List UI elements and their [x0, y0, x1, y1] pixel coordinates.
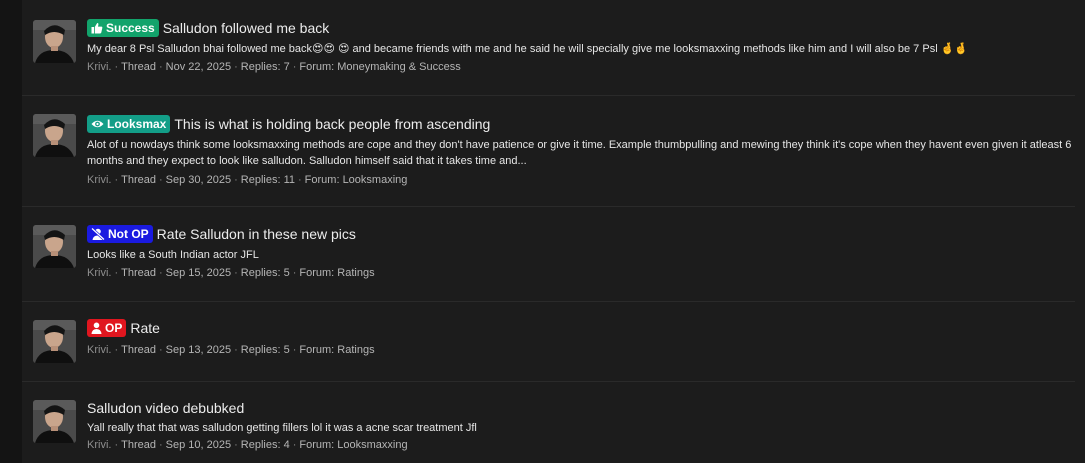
reply-count: Replies: 5: [240, 344, 290, 356]
author-link[interactable]: Krivi.: [87, 61, 111, 73]
forum-link[interactable]: Forum: Looksmaxxing: [299, 439, 407, 451]
avatar[interactable]: [33, 114, 76, 157]
thread-snippet: My dear 8 Psl Salludon bhai followed me …: [87, 43, 969, 55]
thread-meta: Krivi. · Thread · Sep 10, 2025 · Replies: 4 · Fo…: [87, 439, 408, 451]
content-type: Thread: [121, 267, 156, 279]
thread-date: Sep 10, 2025: [165, 439, 232, 451]
badge-label: Not OP: [108, 227, 149, 241]
thread-date: Nov 22, 2025: [165, 61, 232, 73]
author-link[interactable]: Krivi.: [87, 267, 111, 279]
thread-snippet: Alot of u nowdays think some looksmaxxin…: [87, 139, 1072, 167]
thread-date: Sep 13, 2025: [165, 344, 232, 356]
eye-icon: [91, 117, 104, 135]
thread-meta: Krivi. · Thread · Sep 13, 2025 · Replies: 5 · Fo…: [87, 344, 375, 356]
divider: [22, 206, 1075, 207]
reply-count: Replies: 5: [240, 267, 290, 279]
thread-snippet: Looks like a South Indian actor JFL: [87, 249, 259, 261]
thread-meta: Krivi. · Thread · Sep 15, 2025 · Replies: 5 · Fo…: [87, 267, 375, 279]
thread-title-link[interactable]: Salludon video debubked: [87, 400, 244, 416]
prefix-badge-op[interactable]: OP: [87, 319, 127, 339]
avatar[interactable]: [33, 400, 76, 443]
thread-title-link[interactable]: Salludon followed me back: [163, 20, 330, 36]
author-link[interactable]: Krivi.: [87, 439, 111, 451]
thread-date: Sep 30, 2025: [165, 174, 232, 186]
badge-label: Looksmax: [107, 117, 167, 131]
forum-link[interactable]: Forum: Looksmaxing: [305, 174, 408, 186]
thread-snippet: Yall really that that was salludon getti…: [87, 422, 477, 434]
badge-label: Success: [106, 21, 155, 35]
reply-count: Replies: 11: [240, 174, 295, 186]
content-type: Thread: [121, 439, 156, 451]
author-link[interactable]: Krivi.: [87, 344, 111, 356]
author-link[interactable]: Krivi.: [87, 174, 111, 186]
thread-date: Sep 15, 2025: [165, 267, 232, 279]
thread-title-link[interactable]: This is what is holding back people from…: [174, 116, 490, 132]
thread-meta: Krivi. · Thread · Sep 30, 2025 · Replies: 11 · F…: [87, 174, 408, 186]
prefix-badge-looksmax[interactable]: Looksmax: [87, 115, 171, 135]
content-type: Thread: [121, 174, 156, 186]
avatar[interactable]: [33, 320, 76, 363]
user-slash-icon: [91, 227, 105, 245]
divider: [22, 95, 1075, 96]
divider: [22, 301, 1075, 302]
forum-link[interactable]: Forum: Ratings: [299, 344, 374, 356]
reply-count: Replies: 4: [240, 439, 290, 451]
thumbs-up-icon: [91, 21, 103, 39]
avatar[interactable]: [33, 225, 76, 268]
badge-label: OP: [105, 321, 123, 335]
thread-title-link[interactable]: Rate: [130, 320, 160, 336]
avatar[interactable]: [33, 20, 76, 63]
prefix-badge-not-op[interactable]: Not OP: [87, 225, 153, 243]
divider: [22, 381, 1075, 382]
search-results-page: Success Salludon followed me back My dea…: [0, 0, 1085, 463]
reply-count: Replies: 7: [240, 61, 290, 73]
forum-link[interactable]: Forum: Moneymaking & Success: [299, 61, 460, 73]
forum-link[interactable]: Forum: Ratings: [299, 267, 374, 279]
thread-meta: Krivi. · Thread · Nov 22, 2025 · Replies: 7 · Fo…: [87, 61, 461, 73]
content-type: Thread: [121, 344, 156, 356]
prefix-badge-success[interactable]: Success: [87, 19, 159, 37]
content-type: Thread: [121, 61, 156, 73]
user-icon: [91, 321, 102, 339]
thread-title-link[interactable]: Rate Salludon in these new pics: [157, 226, 356, 242]
